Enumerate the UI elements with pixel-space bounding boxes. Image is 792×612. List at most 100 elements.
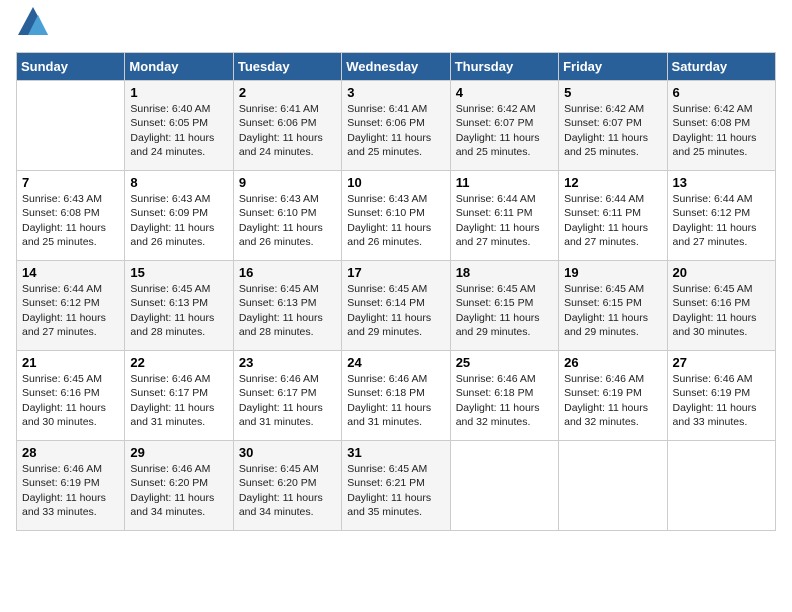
- calendar-cell: 6 Sunrise: 6:42 AM Sunset: 6:08 PM Daylig…: [667, 81, 775, 171]
- day-number: 17: [347, 265, 444, 280]
- calendar-cell: 27 Sunrise: 6:46 AM Sunset: 6:19 PM Dayli…: [667, 351, 775, 441]
- day-number: 1: [130, 85, 227, 100]
- day-number: 13: [673, 175, 770, 190]
- calendar-cell: [17, 81, 125, 171]
- calendar-cell: 30Sunrise: 6:45 AM Sunset: 6:20 PM Dayli…: [233, 441, 341, 531]
- day-number: 18: [456, 265, 553, 280]
- day-number: 15: [130, 265, 227, 280]
- day-info: Sunrise: 6:43 AM Sunset: 6:10 PM Dayligh…: [239, 192, 336, 249]
- day-info: Sunrise: 6:45 AM Sunset: 6:15 PM Dayligh…: [456, 282, 553, 339]
- day-number: 19: [564, 265, 661, 280]
- day-info: Sunrise: 6:45 AM Sunset: 6:13 PM Dayligh…: [130, 282, 227, 339]
- day-number: 30: [239, 445, 336, 460]
- day-number: 28: [22, 445, 119, 460]
- day-info: Sunrise: 6:46 AM Sunset: 6:19 PM Dayligh…: [22, 462, 119, 519]
- day-info: Sunrise: 6:44 AM Sunset: 6:12 PM Dayligh…: [22, 282, 119, 339]
- day-info: Sunrise: 6:45 AM Sunset: 6:21 PM Dayligh…: [347, 462, 444, 519]
- col-header-friday: Friday: [559, 53, 667, 81]
- day-info: Sunrise: 6:44 AM Sunset: 6:11 PM Dayligh…: [564, 192, 661, 249]
- day-number: 11: [456, 175, 553, 190]
- day-number: 20: [673, 265, 770, 280]
- day-info: Sunrise: 6:43 AM Sunset: 6:10 PM Dayligh…: [347, 192, 444, 249]
- day-number: 21: [22, 355, 119, 370]
- logo: [16, 16, 48, 40]
- day-info: Sunrise: 6:41 AM Sunset: 6:06 PM Dayligh…: [239, 102, 336, 159]
- calendar-cell: 21 Sunrise: 6:45 AM Sunset: 6:16 PM Dayli…: [17, 351, 125, 441]
- calendar-cell: 7 Sunrise: 6:43 AM Sunset: 6:08 PM Daylig…: [17, 171, 125, 261]
- day-number: 4: [456, 85, 553, 100]
- col-header-saturday: Saturday: [667, 53, 775, 81]
- calendar-cell: 20Sunrise: 6:45 AM Sunset: 6:16 PM Dayli…: [667, 261, 775, 351]
- calendar-cell: 31 Sunrise: 6:45 AM Sunset: 6:21 PM Dayli…: [342, 441, 450, 531]
- calendar-cell: 1 Sunrise: 6:40 AM Sunset: 6:05 PM Daylig…: [125, 81, 233, 171]
- calendar-cell: 4 Sunrise: 6:42 AM Sunset: 6:07 PM Daylig…: [450, 81, 558, 171]
- day-info: Sunrise: 6:46 AM Sunset: 6:18 PM Dayligh…: [456, 372, 553, 429]
- calendar-cell: 25Sunrise: 6:46 AM Sunset: 6:18 PM Dayli…: [450, 351, 558, 441]
- day-info: Sunrise: 6:45 AM Sunset: 6:13 PM Dayligh…: [239, 282, 336, 339]
- day-info: Sunrise: 6:40 AM Sunset: 6:05 PM Dayligh…: [130, 102, 227, 159]
- calendar-cell: 9 Sunrise: 6:43 AM Sunset: 6:10 PM Daylig…: [233, 171, 341, 261]
- day-number: 27: [673, 355, 770, 370]
- day-number: 5: [564, 85, 661, 100]
- calendar-cell: 5 Sunrise: 6:42 AM Sunset: 6:07 PM Daylig…: [559, 81, 667, 171]
- logo-icon: [18, 7, 48, 35]
- calendar-cell: 11 Sunrise: 6:44 AM Sunset: 6:11 PM Dayli…: [450, 171, 558, 261]
- calendar-cell: 16 Sunrise: 6:45 AM Sunset: 6:13 PM Dayli…: [233, 261, 341, 351]
- day-info: Sunrise: 6:46 AM Sunset: 6:17 PM Dayligh…: [130, 372, 227, 429]
- calendar-cell: 28 Sunrise: 6:46 AM Sunset: 6:19 PM Dayli…: [17, 441, 125, 531]
- col-header-tuesday: Tuesday: [233, 53, 341, 81]
- calendar-cell: 3 Sunrise: 6:41 AM Sunset: 6:06 PM Daylig…: [342, 81, 450, 171]
- day-info: Sunrise: 6:45 AM Sunset: 6:15 PM Dayligh…: [564, 282, 661, 339]
- day-info: Sunrise: 6:43 AM Sunset: 6:08 PM Dayligh…: [22, 192, 119, 249]
- day-number: 31: [347, 445, 444, 460]
- day-info: Sunrise: 6:42 AM Sunset: 6:08 PM Dayligh…: [673, 102, 770, 159]
- day-number: 16: [239, 265, 336, 280]
- day-info: Sunrise: 6:46 AM Sunset: 6:19 PM Dayligh…: [673, 372, 770, 429]
- day-info: Sunrise: 6:44 AM Sunset: 6:12 PM Dayligh…: [673, 192, 770, 249]
- day-info: Sunrise: 6:45 AM Sunset: 6:16 PM Dayligh…: [22, 372, 119, 429]
- day-info: Sunrise: 6:46 AM Sunset: 6:19 PM Dayligh…: [564, 372, 661, 429]
- col-header-sunday: Sunday: [17, 53, 125, 81]
- day-number: 7: [22, 175, 119, 190]
- day-number: 9: [239, 175, 336, 190]
- calendar-cell: 22 Sunrise: 6:46 AM Sunset: 6:17 PM Dayli…: [125, 351, 233, 441]
- day-info: Sunrise: 6:44 AM Sunset: 6:11 PM Dayligh…: [456, 192, 553, 249]
- day-number: 26: [564, 355, 661, 370]
- calendar-cell: 10 Sunrise: 6:43 AM Sunset: 6:10 PM Dayli…: [342, 171, 450, 261]
- calendar-cell: 15 Sunrise: 6:45 AM Sunset: 6:13 PM Dayli…: [125, 261, 233, 351]
- col-header-monday: Monday: [125, 53, 233, 81]
- calendar-cell: 12Sunrise: 6:44 AM Sunset: 6:11 PM Dayli…: [559, 171, 667, 261]
- day-number: 22: [130, 355, 227, 370]
- calendar-cell: 29 Sunrise: 6:46 AM Sunset: 6:20 PM Dayli…: [125, 441, 233, 531]
- day-info: Sunrise: 6:42 AM Sunset: 6:07 PM Dayligh…: [564, 102, 661, 159]
- day-info: Sunrise: 6:46 AM Sunset: 6:20 PM Dayligh…: [130, 462, 227, 519]
- calendar-cell: 17 Sunrise: 6:45 AM Sunset: 6:14 PM Dayli…: [342, 261, 450, 351]
- calendar-cell: 2 Sunrise: 6:41 AM Sunset: 6:06 PM Daylig…: [233, 81, 341, 171]
- calendar-cell: 24Sunrise: 6:46 AM Sunset: 6:18 PM Dayli…: [342, 351, 450, 441]
- day-number: 6: [673, 85, 770, 100]
- day-info: Sunrise: 6:41 AM Sunset: 6:06 PM Dayligh…: [347, 102, 444, 159]
- calendar-cell: 23Sunrise: 6:46 AM Sunset: 6:17 PM Dayli…: [233, 351, 341, 441]
- day-number: 24: [347, 355, 444, 370]
- day-info: Sunrise: 6:45 AM Sunset: 6:14 PM Dayligh…: [347, 282, 444, 339]
- day-number: 29: [130, 445, 227, 460]
- calendar-cell: [667, 441, 775, 531]
- day-number: 2: [239, 85, 336, 100]
- col-header-thursday: Thursday: [450, 53, 558, 81]
- calendar-cell: 14 Sunrise: 6:44 AM Sunset: 6:12 PM Dayli…: [17, 261, 125, 351]
- calendar-cell: [450, 441, 558, 531]
- day-info: Sunrise: 6:46 AM Sunset: 6:17 PM Dayligh…: [239, 372, 336, 429]
- col-header-wednesday: Wednesday: [342, 53, 450, 81]
- calendar-cell: [559, 441, 667, 531]
- day-number: 8: [130, 175, 227, 190]
- page-header: [16, 16, 776, 40]
- calendar-cell: 8 Sunrise: 6:43 AM Sunset: 6:09 PM Daylig…: [125, 171, 233, 261]
- day-info: Sunrise: 6:43 AM Sunset: 6:09 PM Dayligh…: [130, 192, 227, 249]
- calendar-cell: 26 Sunrise: 6:46 AM Sunset: 6:19 PM Dayli…: [559, 351, 667, 441]
- day-number: 14: [22, 265, 119, 280]
- day-number: 3: [347, 85, 444, 100]
- day-info: Sunrise: 6:42 AM Sunset: 6:07 PM Dayligh…: [456, 102, 553, 159]
- day-number: 10: [347, 175, 444, 190]
- calendar-table: SundayMondayTuesdayWednesdayThursdayFrid…: [16, 52, 776, 531]
- calendar-cell: 13 Sunrise: 6:44 AM Sunset: 6:12 PM Dayli…: [667, 171, 775, 261]
